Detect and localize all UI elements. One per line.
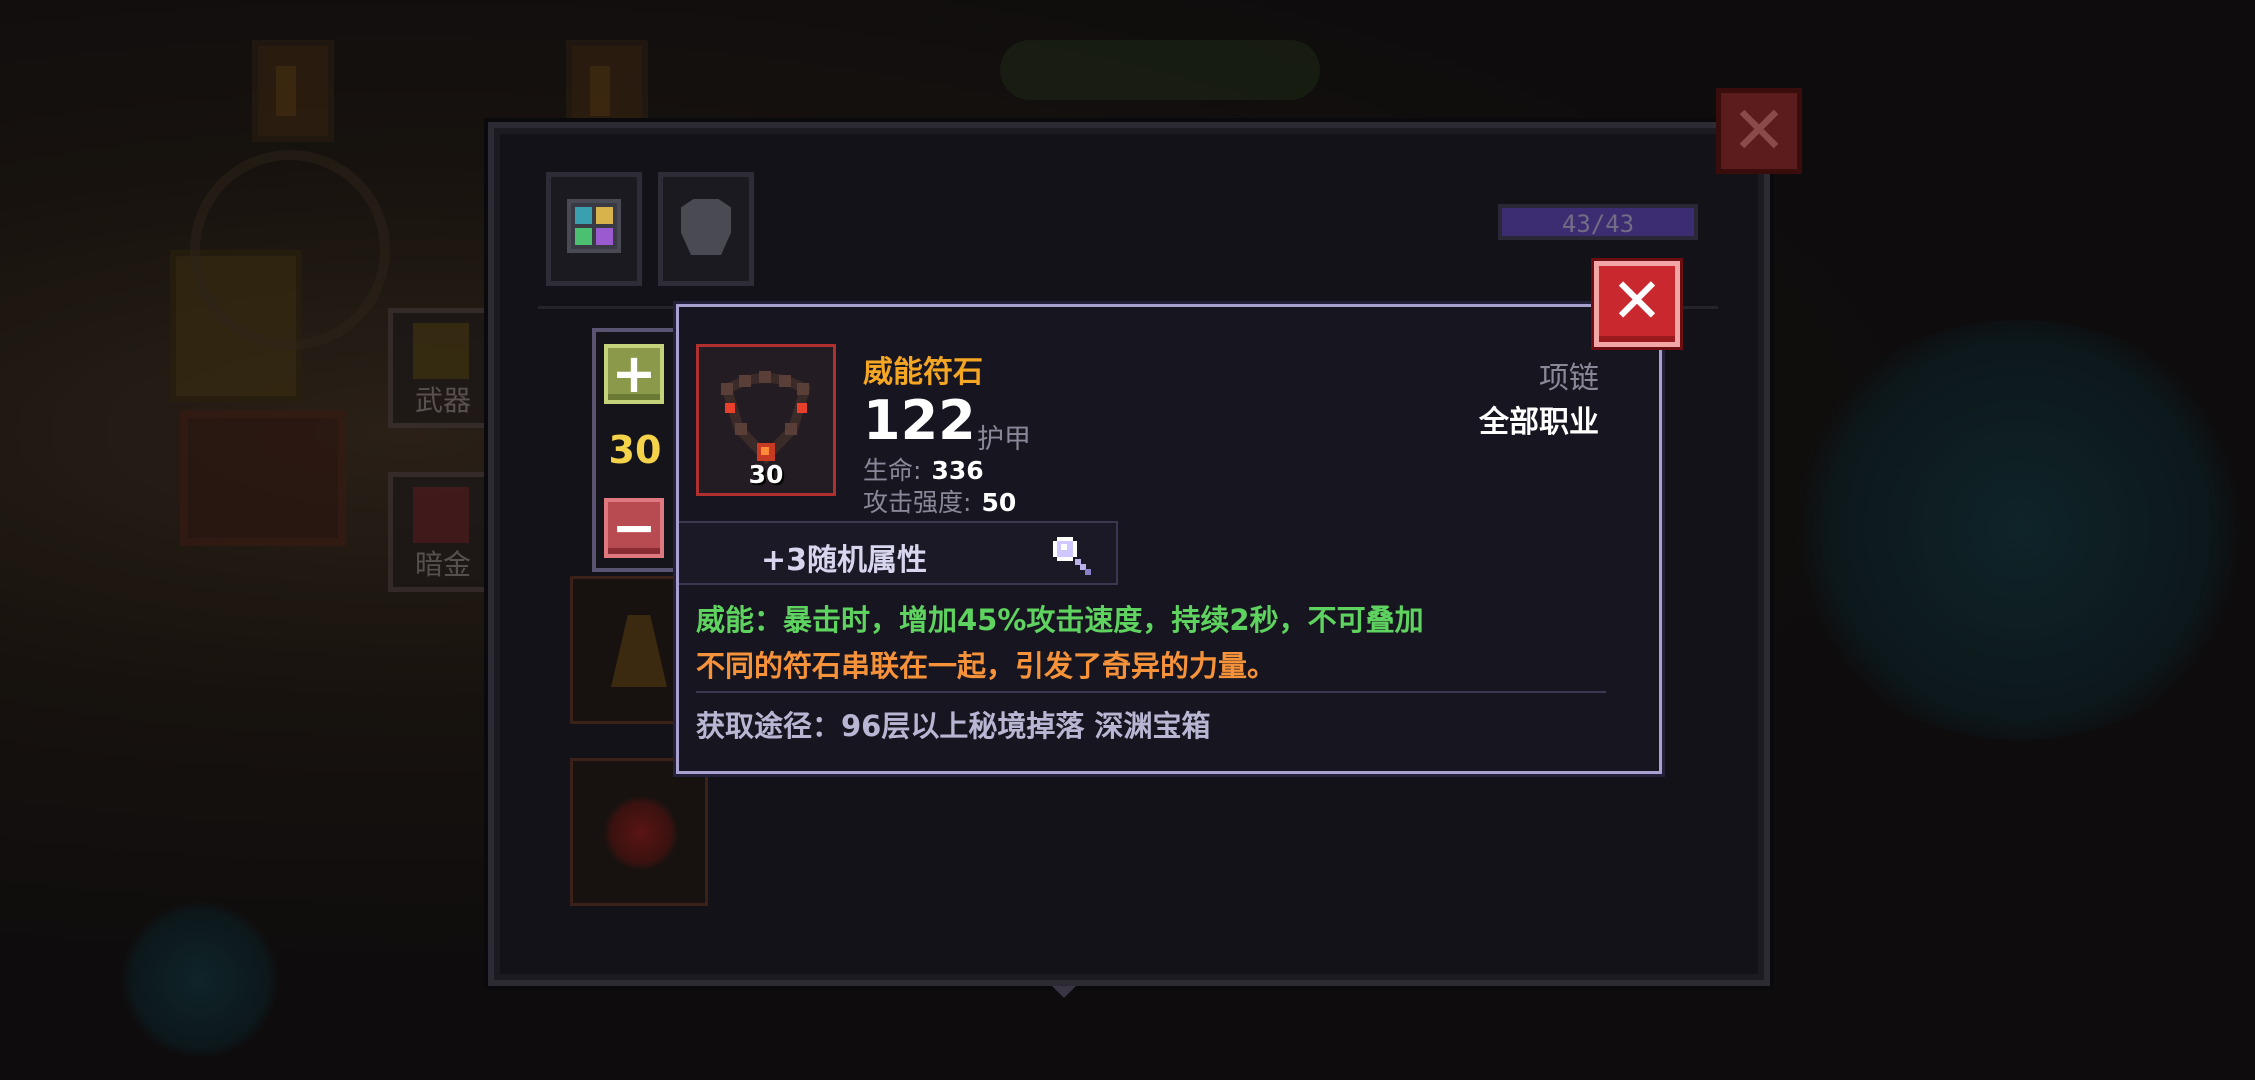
item-level: 30 xyxy=(748,460,784,489)
armor-label: 护甲 xyxy=(977,424,1031,455)
inventory-slot[interactable] xyxy=(570,758,708,906)
item-name: 威能符石 xyxy=(863,355,983,390)
spider-icon xyxy=(603,795,679,871)
divider xyxy=(696,691,1606,693)
close-icon: ✕ xyxy=(1611,264,1663,337)
cloak-icon xyxy=(611,615,667,687)
weapon-category-button[interactable]: 武器 xyxy=(388,308,498,428)
item-slot-type: 项链 xyxy=(1539,361,1599,396)
tooltip-close-button[interactable]: ✕ xyxy=(1594,261,1680,347)
stat-label: 攻击强度: xyxy=(863,488,972,517)
item-effect-text: 威能：暴击时，增加45%攻击速度，持续2秒，不可叠加 xyxy=(696,603,1424,637)
decrease-level-button[interactable]: − xyxy=(604,498,664,558)
arch-decoration xyxy=(190,150,390,350)
plant-decoration xyxy=(1000,40,1320,100)
pointer-arrow xyxy=(1052,986,1076,998)
stat-health: 生命: 336 xyxy=(863,451,984,487)
stat-value: 336 xyxy=(931,456,984,485)
window-close-button[interactable]: ✕ xyxy=(1716,88,1802,174)
level-stepper: + 30 − xyxy=(592,328,678,572)
item-tooltip: 30 威能符石 122 护甲 生命: 336 攻击强度: 50 项链 全部职业 +3… xyxy=(676,304,1662,774)
stat-label: 生命: xyxy=(863,456,922,485)
lantern-decoration xyxy=(252,40,334,142)
dark-gold-category-label: 暗金 xyxy=(414,548,471,581)
random-attributes-text: +3随机属性 xyxy=(761,543,928,578)
class-requirement: 全部职业 xyxy=(1479,405,1599,440)
item-source-text: 获取途径：96层以上秘境掉落 深渊宝箱 xyxy=(696,709,1211,743)
increase-level-button[interactable]: + xyxy=(604,344,664,404)
armor-icon xyxy=(681,199,731,255)
floor-glow-decoration xyxy=(120,900,280,1060)
item-icon-frame: 30 xyxy=(696,344,836,496)
dark-gold-category-button[interactable]: 暗金 xyxy=(388,472,498,592)
item-flavor-text: 不同的符石串联在一起，引发了奇异的力量。 xyxy=(696,649,1277,683)
stat-attack-power: 攻击强度: 50 xyxy=(863,483,1016,519)
grid-icon xyxy=(567,199,621,253)
portal-decoration xyxy=(1780,320,2255,740)
armor-value: 122 xyxy=(863,389,976,452)
close-icon: ✕ xyxy=(1731,92,1787,169)
rug-decoration xyxy=(180,410,346,546)
weapon-category-label: 武器 xyxy=(414,384,471,417)
sword-icon xyxy=(413,323,469,379)
magnifier-icon[interactable] xyxy=(1049,531,1095,577)
dark-gold-icon xyxy=(413,487,469,543)
tab-equipment[interactable] xyxy=(658,172,754,286)
level-value: 30 xyxy=(608,428,662,472)
tab-all-items[interactable] xyxy=(546,172,642,286)
capacity-text: 43/43 xyxy=(1561,210,1635,238)
random-attributes-row[interactable]: +3随机属性 xyxy=(679,521,1118,585)
stat-value: 50 xyxy=(981,488,1017,517)
capacity-bar: 43/43 xyxy=(1498,204,1698,240)
